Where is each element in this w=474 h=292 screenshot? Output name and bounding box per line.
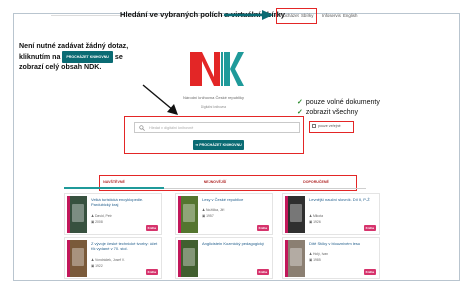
doc-type-badge: Kniha bbox=[256, 269, 269, 275]
public-only-checkbox[interactable]: pouze veřejné bbox=[312, 124, 341, 129]
doc-type-badge: Kniha bbox=[145, 225, 158, 231]
check-item: ✓ zobrazit všechny bbox=[297, 108, 380, 118]
card-year: ▣ 1922 bbox=[91, 264, 103, 268]
checkbox-label: pouze veřejné bbox=[318, 124, 341, 128]
card-author: ♟ Mikota bbox=[309, 214, 323, 218]
card-author: ♟ Holý, Ivan bbox=[309, 252, 329, 256]
doc-type-badge: Kniha bbox=[256, 225, 269, 231]
document-card[interactable]: Lesy v České republice ♟ Nožička, Jiří ▣… bbox=[175, 193, 273, 235]
logo-text: NK bbox=[187, 49, 189, 50]
card-author: ♟ Nožička, Jiří bbox=[202, 208, 225, 212]
card-title[interactable]: Levnější nauční slovník. Díl II, P-Ž bbox=[309, 197, 377, 202]
browse-button-label: PROCHÁZET KNIHOVNU bbox=[199, 143, 242, 147]
book-cover bbox=[285, 196, 305, 233]
nav-english[interactable]: English bbox=[343, 13, 357, 18]
annotation-line-3: zobrazí celý obsah NDK. bbox=[19, 63, 102, 72]
card-author: ♟ David, Petr bbox=[91, 214, 112, 218]
browse-library-button[interactable]: ➔ PROCHÁZET KNIHOVNU bbox=[193, 140, 244, 150]
active-tab-indicator bbox=[64, 187, 164, 189]
book-cover bbox=[178, 196, 198, 233]
annotation-line-2b: se bbox=[114, 53, 123, 62]
nk-logo: NK bbox=[187, 49, 244, 86]
card-year: ▣ 2008 bbox=[91, 220, 103, 224]
card-year: ▣ 1926 bbox=[309, 220, 321, 224]
library-name: Národní knihovna České republiky bbox=[183, 95, 244, 100]
check-text: pouze volné dokumenty bbox=[305, 99, 380, 106]
book-cover bbox=[178, 240, 198, 277]
card-title[interactable]: Z vývoje české technické tvorby: účet ří… bbox=[91, 241, 159, 251]
filter-notes: ✓ pouze volné dokumenty ✓ zobrazit všechny bbox=[297, 98, 380, 118]
checkbox-icon bbox=[312, 124, 316, 129]
card-title[interactable]: Velká turistická encyklopedie. Pardubick… bbox=[91, 197, 159, 207]
search-input[interactable]: Hledat v digitální knihovně bbox=[134, 122, 300, 133]
check-text: zobrazit všechny bbox=[305, 109, 359, 116]
card-title[interactable]: Dítě Stčky v blouznivém lesu bbox=[309, 241, 377, 246]
annotation-text: Není nutné zadávat žádný dotaz, kliknutí… bbox=[19, 42, 159, 73]
arrow-to-nav-icon bbox=[224, 10, 273, 20]
document-card[interactable]: Levnější nauční slovník. Díl II, P-Ž ♟ M… bbox=[282, 193, 380, 235]
book-cover bbox=[67, 240, 87, 277]
check-icon: ✓ bbox=[297, 99, 303, 106]
search-placeholder: Hledat v digitální knihovně bbox=[149, 126, 194, 130]
annotation-browse-button: PROCHÁZET KNIHOVNU bbox=[62, 51, 113, 64]
document-card[interactable]: Anglicistein Kozmický pedagogický Kniha bbox=[175, 237, 273, 279]
book-cover bbox=[67, 196, 87, 233]
doc-type-badge: Kniha bbox=[145, 269, 158, 275]
document-card[interactable]: Velká turistická encyklopedie. Pardubick… bbox=[64, 193, 162, 235]
search-icon bbox=[139, 125, 145, 131]
nav-browse[interactable]: Procházet bbox=[279, 13, 299, 18]
tab-newest[interactable]: NEJNOVĚJŠÍ bbox=[165, 180, 265, 184]
check-item: ✓ pouze volné dokumenty bbox=[297, 98, 380, 108]
card-title[interactable]: Lesy v České republice bbox=[202, 197, 270, 202]
tab-most-visited[interactable]: NAVŠTĚVNÉ bbox=[64, 180, 164, 184]
arrow-to-search-icon bbox=[142, 84, 178, 115]
book-cover bbox=[285, 240, 305, 277]
nav-infoservice[interactable]: Infoservis bbox=[322, 13, 341, 18]
card-title[interactable]: Anglicistein Kozmický pedagogický bbox=[202, 241, 270, 246]
check-icon: ✓ bbox=[297, 109, 303, 116]
annotation-line-1: Není nutné zadávat žádný dotaz, bbox=[19, 42, 129, 50]
document-card[interactable]: Dítě Stčky v blouznivém lesu ♟ Holý, Iva… bbox=[282, 237, 380, 279]
doc-type-badge: Kniha bbox=[363, 225, 376, 231]
nav-collections[interactable]: Sbírky bbox=[301, 13, 313, 18]
document-card[interactable]: Z vývoje české technické tvorby: účet ří… bbox=[64, 237, 162, 279]
doc-type-badge: Kniha bbox=[363, 269, 376, 275]
library-subtitle: Digitální knihovna bbox=[200, 105, 227, 109]
tab-recommended[interactable]: DOPORUČENÉ bbox=[266, 180, 366, 184]
card-year: ▣ 1957 bbox=[202, 214, 214, 218]
annotation-line-2a: kliknutím na bbox=[19, 53, 61, 62]
card-author: ♟ Vondráček, Josef V. bbox=[91, 258, 125, 262]
card-year: ▣ 1985 bbox=[309, 258, 321, 262]
